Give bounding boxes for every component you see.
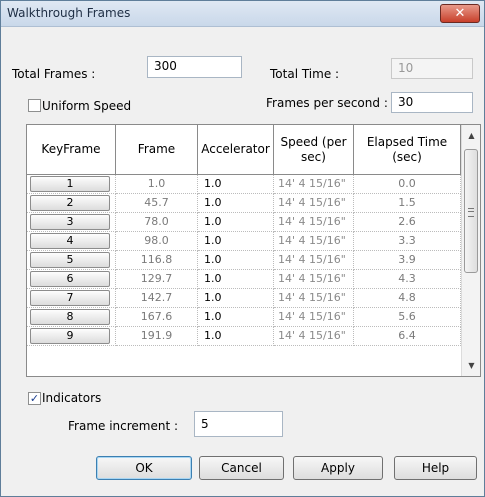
total-frames-input[interactable]: 300: [147, 56, 242, 78]
elapsed-time-cell: 3.3: [354, 232, 461, 251]
uniform-speed-label: Uniform Speed: [42, 99, 132, 113]
speed-cell: 14' 4 15/16": [274, 251, 354, 270]
frame-cell: 129.7: [116, 270, 198, 289]
keyframe-cell: 7: [27, 289, 116, 308]
accelerator-cell[interactable]: 1.0: [198, 213, 274, 232]
speed-cell: 14' 4 15/16": [274, 327, 354, 346]
elapsed-time-cell: 1.5: [354, 194, 461, 213]
frame-cell: 142.7: [116, 289, 198, 308]
table-row: 7 142.7 1.0 14' 4 15/16" 4.8: [27, 289, 461, 308]
accelerator-cell[interactable]: 1.0: [198, 289, 274, 308]
keyframe-button[interactable]: 1: [30, 176, 110, 192]
speed-cell: 14' 4 15/16": [274, 175, 354, 194]
accelerator-cell[interactable]: 1.0: [198, 232, 274, 251]
keyframe-button[interactable]: 7: [30, 290, 110, 306]
scroll-up-icon[interactable]: ▲: [462, 127, 480, 144]
table-row: 5 116.8 1.0 14' 4 15/16" 3.9: [27, 251, 461, 270]
elapsed-time-cell: 3.9: [354, 251, 461, 270]
frame-increment-input[interactable]: 5: [194, 411, 283, 437]
speed-cell: 14' 4 15/16": [274, 213, 354, 232]
total-time-input: 10: [391, 58, 473, 79]
elapsed-time-cell: 6.4: [354, 327, 461, 346]
elapsed-time-cell: 2.6: [354, 213, 461, 232]
vertical-scrollbar[interactable]: ▲ ▼: [461, 125, 480, 376]
cancel-button[interactable]: Cancel: [199, 456, 284, 480]
table-row: 9 191.9 1.0 14' 4 15/16" 6.4: [27, 327, 461, 346]
accelerator-cell[interactable]: 1.0: [198, 251, 274, 270]
keyframe-button[interactable]: 3: [30, 214, 110, 230]
keyframe-button[interactable]: 8: [30, 309, 110, 325]
keyframe-cell: 3: [27, 213, 116, 232]
close-icon: ✕: [454, 6, 466, 21]
uniform-speed-checkbox[interactable]: [28, 99, 41, 112]
frame-cell: 1.0: [116, 175, 198, 194]
indicators-label: Indicators: [42, 391, 102, 405]
frame-cell: 116.8: [116, 251, 198, 270]
dialog-title: Walkthrough Frames: [7, 6, 131, 20]
column-header-elapsed-time[interactable]: Elapsed Time (sec): [354, 125, 461, 175]
table-row: 8 167.6 1.0 14' 4 15/16" 5.6: [27, 308, 461, 327]
fps-label: Frames per second :: [266, 96, 388, 110]
column-header-accelerator[interactable]: Accelerator: [198, 125, 274, 175]
frame-increment-label: Frame increment :: [68, 419, 179, 433]
close-button[interactable]: ✕: [440, 4, 480, 23]
keyframe-cell: 5: [27, 251, 116, 270]
keyframe-button[interactable]: 4: [30, 233, 110, 249]
elapsed-time-cell: 0.0: [354, 175, 461, 194]
keyframe-cell: 9: [27, 327, 116, 346]
keyframe-cell: 6: [27, 270, 116, 289]
frame-cell: 191.9: [116, 327, 198, 346]
indicators-checkbox[interactable]: ✓: [28, 392, 41, 405]
elapsed-time-cell: 4.8: [354, 289, 461, 308]
title-bar: Walkthrough Frames ✕: [1, 1, 484, 27]
table-row: 1 1.0 1.0 14' 4 15/16" 0.0: [27, 175, 461, 194]
table-row: 3 78.0 1.0 14' 4 15/16" 2.6: [27, 213, 461, 232]
help-button[interactable]: Help: [394, 456, 477, 480]
checkmark-icon: ✓: [29, 392, 40, 405]
keyframe-button[interactable]: 2: [30, 195, 110, 211]
column-header-keyframe[interactable]: KeyFrame: [27, 125, 116, 175]
elapsed-time-cell: 4.3: [354, 270, 461, 289]
grip-icon: [468, 208, 474, 217]
table-row: 6 129.7 1.0 14' 4 15/16" 4.3: [27, 270, 461, 289]
frame-cell: 45.7: [116, 194, 198, 213]
keyframe-cell: 8: [27, 308, 116, 327]
frame-cell: 78.0: [116, 213, 198, 232]
keyframe-table: KeyFrame Frame Accelerator Speed (per se…: [26, 124, 481, 377]
keyframe-button[interactable]: 5: [30, 252, 110, 268]
apply-button[interactable]: Apply: [293, 456, 383, 480]
accelerator-cell[interactable]: 1.0: [198, 194, 274, 213]
speed-cell: 14' 4 15/16": [274, 270, 354, 289]
frame-cell: 98.0: [116, 232, 198, 251]
speed-cell: 14' 4 15/16": [274, 308, 354, 327]
elapsed-time-cell: 5.6: [354, 308, 461, 327]
speed-cell: 14' 4 15/16": [274, 289, 354, 308]
column-header-frame[interactable]: Frame: [116, 125, 198, 175]
accelerator-cell[interactable]: 1.0: [198, 308, 274, 327]
accelerator-cell[interactable]: 1.0: [198, 270, 274, 289]
total-time-label: Total Time :: [270, 67, 340, 81]
walkthrough-frames-dialog: Walkthrough Frames ✕ Total Frames : 300 …: [0, 0, 485, 497]
frame-cell: 167.6: [116, 308, 198, 327]
keyframe-button[interactable]: 6: [30, 271, 110, 287]
accelerator-cell[interactable]: 1.0: [198, 327, 274, 346]
scroll-down-icon[interactable]: ▼: [462, 357, 480, 374]
speed-cell: 14' 4 15/16": [274, 194, 354, 213]
table-row: 4 98.0 1.0 14' 4 15/16" 3.3: [27, 232, 461, 251]
keyframe-cell: 4: [27, 232, 116, 251]
scrollbar-thumb[interactable]: [464, 149, 478, 273]
ok-button[interactable]: OK: [96, 456, 192, 480]
total-frames-label: Total Frames :: [12, 67, 96, 81]
keyframe-cell: 1: [27, 175, 116, 194]
accelerator-cell[interactable]: 1.0: [198, 175, 274, 194]
keyframe-button[interactable]: 9: [30, 328, 110, 344]
table-row: 2 45.7 1.0 14' 4 15/16" 1.5: [27, 194, 461, 213]
column-header-speed[interactable]: Speed (per sec): [274, 125, 354, 175]
fps-input[interactable]: 30: [391, 92, 473, 113]
speed-cell: 14' 4 15/16": [274, 232, 354, 251]
keyframe-cell: 2: [27, 194, 116, 213]
